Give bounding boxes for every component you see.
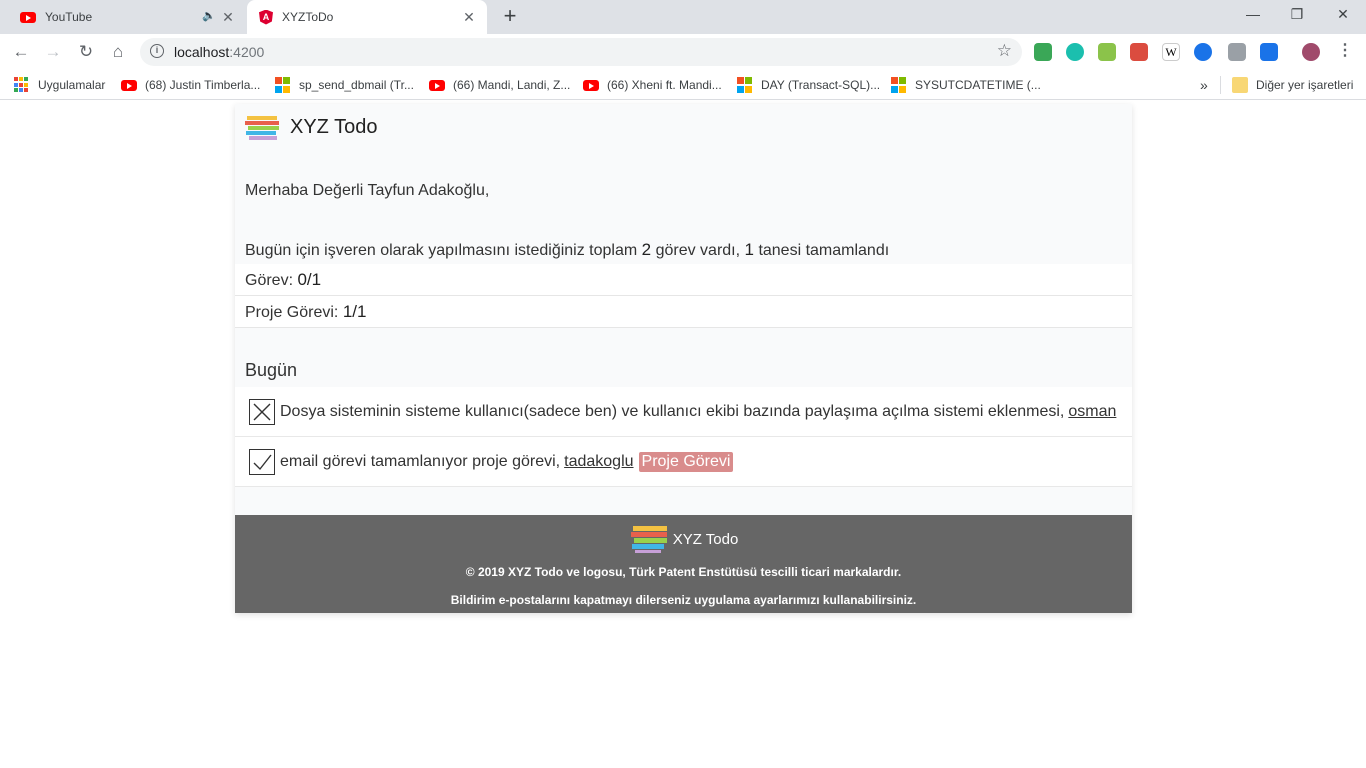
extension-icon[interactable] [1098,43,1116,61]
footer-brand-name: XYZ Todo [672,530,739,548]
bookmark-label: SYSUTCDATETIME (... [915,78,1041,92]
apps-icon [14,77,30,93]
reload-button[interactable]: ↻ [74,40,98,64]
copyright-text: © 2019 XYZ Todo ve logosu, Türk Patent E… [465,565,902,579]
task-assignee-link[interactable]: osman [1068,403,1116,421]
avatar[interactable] [1302,43,1320,61]
microsoft-icon [275,77,291,93]
check-icon [253,454,272,470]
done-count: 1 [744,240,754,259]
extension-icon[interactable] [1194,43,1212,61]
bookmarks-bar: Uygulamalar (68) Justin Timberla... sp_s… [0,70,1366,100]
extension-icon[interactable] [1260,43,1278,61]
extension-icon[interactable] [1130,43,1148,61]
youtube-icon [20,11,36,23]
bookmark-star-icon[interactable]: ☆ [997,41,1012,61]
cross-icon [253,403,271,420]
stat-value: 1/1 [342,302,367,321]
page: XYZ Todo Merhaba Değerli Tayfun Adakoğlu… [0,101,1366,768]
restore-button[interactable]: ❐ [1274,4,1320,28]
microsoft-icon [737,77,753,93]
task-checkbox[interactable] [249,398,275,425]
bookmark-label: Diğer yer işaretleri [1256,78,1354,92]
tab-strip: YouTube 🔈 ✕ A XYZToDo ✕ + — ❐ ✕ [0,0,1366,34]
task-text: Dosya sisteminin sisteme kullanıcı(sadec… [280,402,1065,420]
window-close-button[interactable]: ✕ [1320,4,1366,28]
divider [1220,76,1221,94]
footer: XYZ Todo © 2019 XYZ Todo ve logosu, Türk… [235,515,1132,613]
brand-name: XYZ Todo [290,115,378,138]
stat-row-task: Görev: 0/1 [235,264,1132,296]
bookmark-label: (66) Mandi, Landi, Z... [453,78,571,92]
stat-label: Proje Görevi: [245,304,339,321]
address-bar[interactable]: i localhost:4200 ☆ [140,38,1022,66]
url-text: localhost:4200 [174,44,265,60]
browser-toolbar: ← → ↻ ⌂ i localhost:4200 ☆ W ⋮ [0,34,1366,70]
tab-youtube[interactable]: YouTube 🔈 ✕ [8,0,246,34]
extension-icon[interactable] [1034,43,1052,61]
close-icon[interactable]: ✕ [220,9,236,26]
stat-label: Görev: [245,272,294,289]
bookmark-item[interactable]: sp_send_dbmail (Tr... [275,77,414,93]
daily-summary: Bugün için işveren olarak yapılmasını is… [245,240,890,259]
back-button[interactable]: ← [9,40,33,64]
bookmark-item[interactable]: DAY (Transact-SQL)... [737,77,880,93]
bookmark-item[interactable]: SYSUTCDATETIME (... [891,77,1041,93]
task-text: email görevi tamamlanıyor proje görevi, [280,452,561,470]
youtube-icon [583,79,599,91]
bookmark-label: Uygulamalar [38,78,106,92]
bookmark-item[interactable]: (68) Justin Timberla... [121,77,260,93]
tab-title: XYZToDo [282,10,334,24]
bookmark-item[interactable]: (66) Mandi, Landi, Z... [429,77,570,93]
project-task-badge: Proje Görevi [638,451,734,472]
task-row: Dosya sisteminin sisteme kullanıcı(sadec… [235,387,1132,437]
total-count: 2 [641,240,652,259]
tab-xyztodo[interactable]: A XYZToDo ✕ [247,0,487,34]
task-assignee-link[interactable]: tadakoglu [564,453,633,471]
bookmark-label: (66) Xheni ft. Mandi... [607,78,722,92]
notification-notice: Bildirim e-postalarını kapatmayı dilerse… [450,593,917,607]
extension-icon[interactable] [1066,43,1084,61]
youtube-icon [429,79,445,91]
greeting: Merhaba Değerli Tayfun Adakoğlu, [245,182,490,199]
info-icon[interactable]: i [150,44,164,58]
close-icon[interactable]: ✕ [461,9,477,26]
other-bookmarks[interactable]: Diğer yer işaretleri [1232,77,1353,93]
forward-button[interactable]: → [41,40,65,64]
app-logo-icon [629,524,669,554]
more-bookmarks-chevron-icon[interactable]: » [1200,77,1208,93]
footer-brand: XYZ Todo [235,524,1132,554]
bookmark-label: (68) Justin Timberla... [145,78,261,92]
bookmark-apps[interactable]: Uygulamalar [14,77,105,93]
microsoft-icon [891,77,907,93]
minimize-button[interactable]: — [1230,4,1276,28]
home-button[interactable]: ⌂ [106,40,130,64]
section-title: Bugün [245,360,298,380]
angular-icon: A [259,9,273,25]
new-tab-button[interactable]: + [498,5,522,29]
speaker-icon[interactable]: 🔈 [202,9,216,22]
task-checkbox[interactable] [249,448,275,475]
eyedropper-icon[interactable] [1228,43,1246,61]
stat-row-project-task: Proje Görevi: 1/1 [235,296,1132,328]
tab-title: YouTube [45,10,93,24]
youtube-icon [121,79,137,91]
menu-icon[interactable]: ⋮ [1336,41,1354,61]
app-logo-icon [245,112,281,142]
bookmark-label: sp_send_dbmail (Tr... [299,78,414,92]
stat-value: 0/1 [297,270,322,289]
wikipedia-icon[interactable]: W [1162,43,1180,61]
bookmark-item[interactable]: (66) Xheni ft. Mandi... [583,77,722,93]
bookmark-label: DAY (Transact-SQL)... [761,78,881,92]
task-row: email görevi tamamlanıyor proje görevi, … [235,437,1132,487]
app-brand[interactable]: XYZ Todo [245,112,377,142]
folder-icon [1232,77,1248,93]
